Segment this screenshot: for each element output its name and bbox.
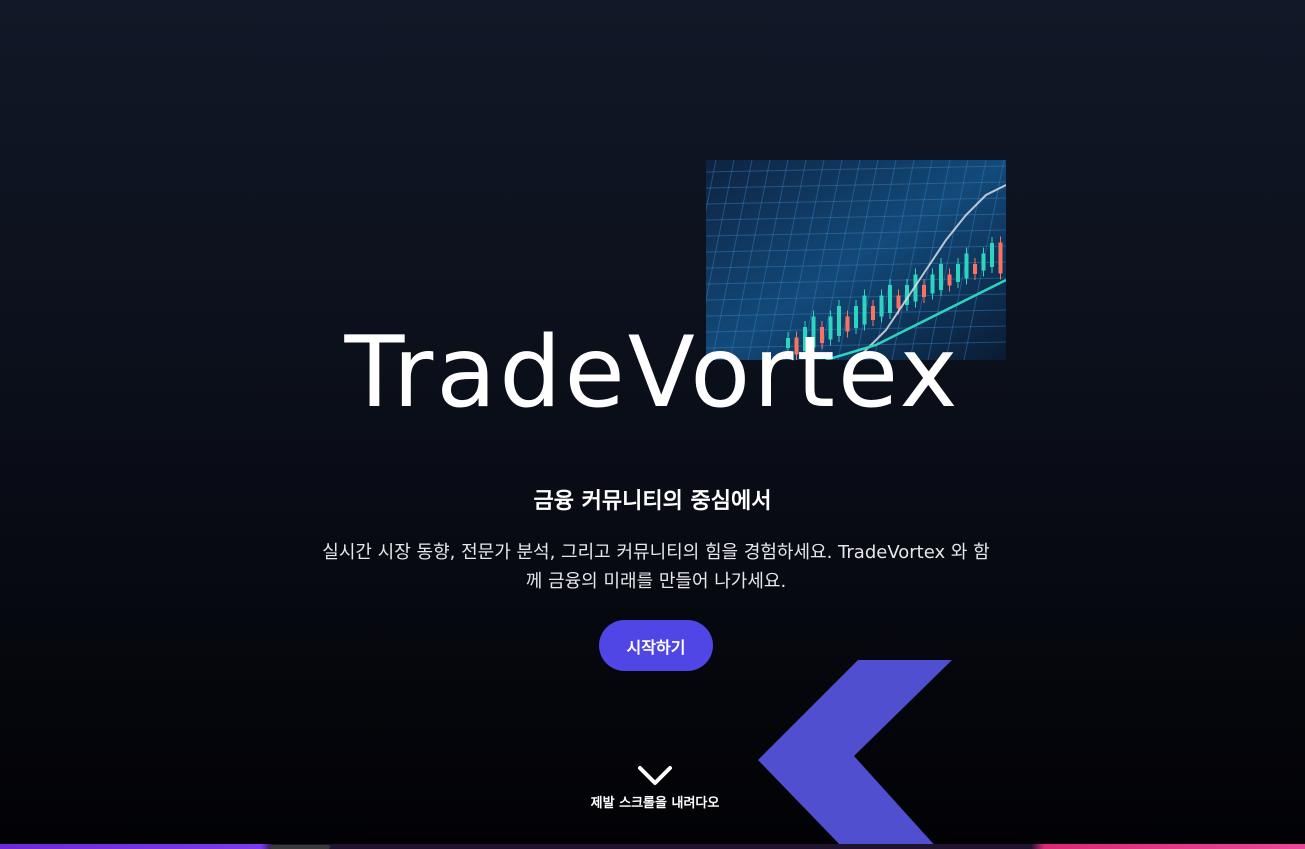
hero-description: 실시간 시장 동향, 전문가 분석, 그리고 커뮤니티의 힘을 경험하세요. T… (322, 542, 990, 592)
scroll-hint-label: 제발 스크롤을 내려다오 (590, 796, 720, 811)
chevron-left-decoration-icon (758, 660, 952, 849)
hero-subtitle: 금융 커뮤니티의 중심에서 (533, 489, 772, 514)
hero-section: TradeVortex 금융 커뮤니티의 중심에서 실시간 시장 동향, 전문가… (0, 0, 1305, 849)
bottom-gradient-bar (0, 844, 1305, 849)
chevron-down-icon[interactable] (637, 764, 673, 788)
brand-title: TradeVortex (344, 315, 961, 430)
scroll-hint[interactable]: 제발 스크롤을 내려다오 (555, 764, 755, 811)
horizontal-scrollbar-thumb[interactable] (270, 845, 330, 849)
start-button[interactable]: 시작하기 (599, 620, 713, 671)
